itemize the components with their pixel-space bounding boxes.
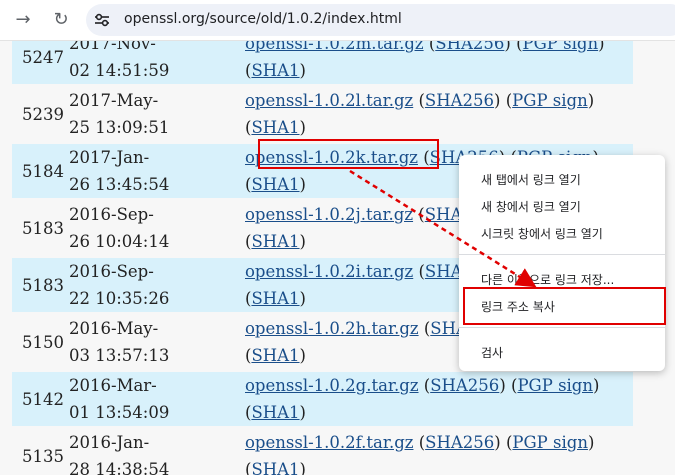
annotation-arrow [349, 169, 537, 288]
